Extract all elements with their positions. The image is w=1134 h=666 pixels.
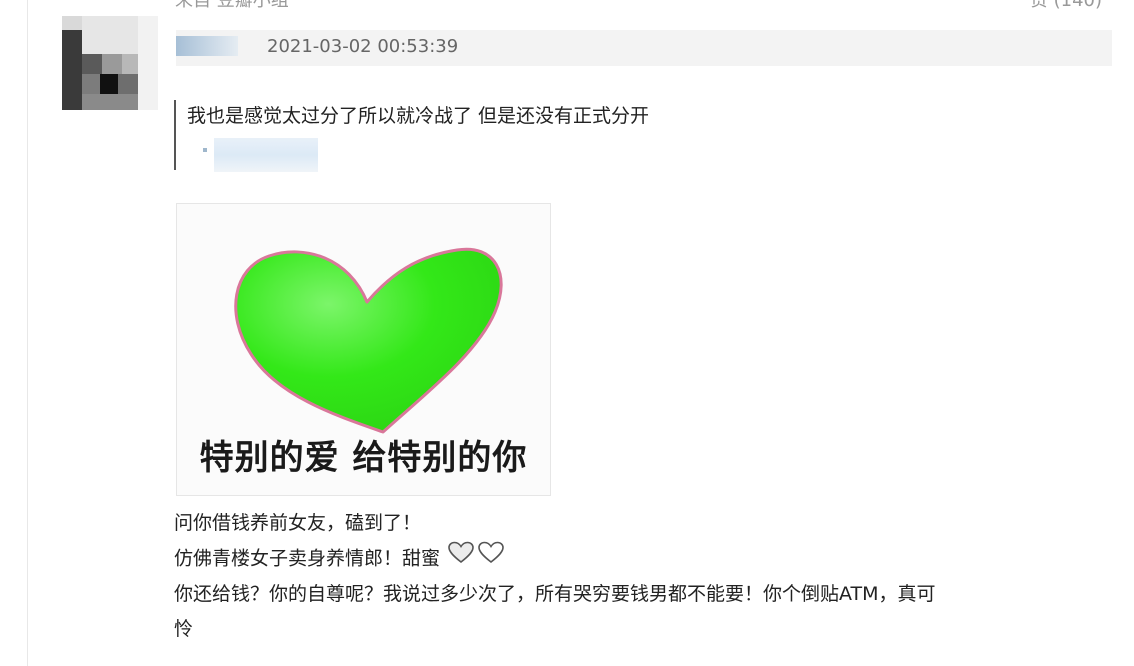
top-strip-source: 来自 豆瓣小组 [175,0,289,11]
username-blurred[interactable] [176,36,238,56]
comment-body: 问你借钱养前女友，磕到了！ 仿佛青楼女子卖身养情郎！甜蜜 你还给钱？你的自尊呢？… [174,506,1114,647]
meme-caption: 特别的爱 给特别的你 [199,438,528,478]
comment-line: 你还给钱？你的自尊呢？我说过多少次了，所有哭穷要钱男都不能要！你个倒贴ATM，真… [174,583,936,605]
comment-line: 怜 [174,618,194,640]
top-strip-likes[interactable]: 赞 (140) [1030,0,1102,12]
gutter-divider [27,0,28,666]
meme-image[interactable]: 特别的爱 给特别的你 [176,203,551,496]
avatar[interactable] [62,16,158,110]
comment-line-text: 仿佛青楼女子卖身养情郎！甜蜜 [174,547,441,570]
comment-line: 问你借钱养前女友，磕到了！ [174,512,422,534]
heart-shape [234,247,503,434]
heart-outline-icon [448,541,504,577]
comment-line: 仿佛青楼女子卖身养情郎！甜蜜 [174,541,1114,577]
quoted-text: 我也是感觉太过分了所以就冷战了 但是还没有正式分开 [187,105,650,127]
quote-author-blurred[interactable] [214,138,318,172]
comment-timestamp: 2021-03-02 00:53:39 [267,36,459,57]
comment-page: 来自 豆瓣小组 赞 (140) 2021-03-02 00:53:39 我也是感… [0,0,1134,666]
quote-bar [174,100,176,170]
quote-author-dot [203,148,207,152]
